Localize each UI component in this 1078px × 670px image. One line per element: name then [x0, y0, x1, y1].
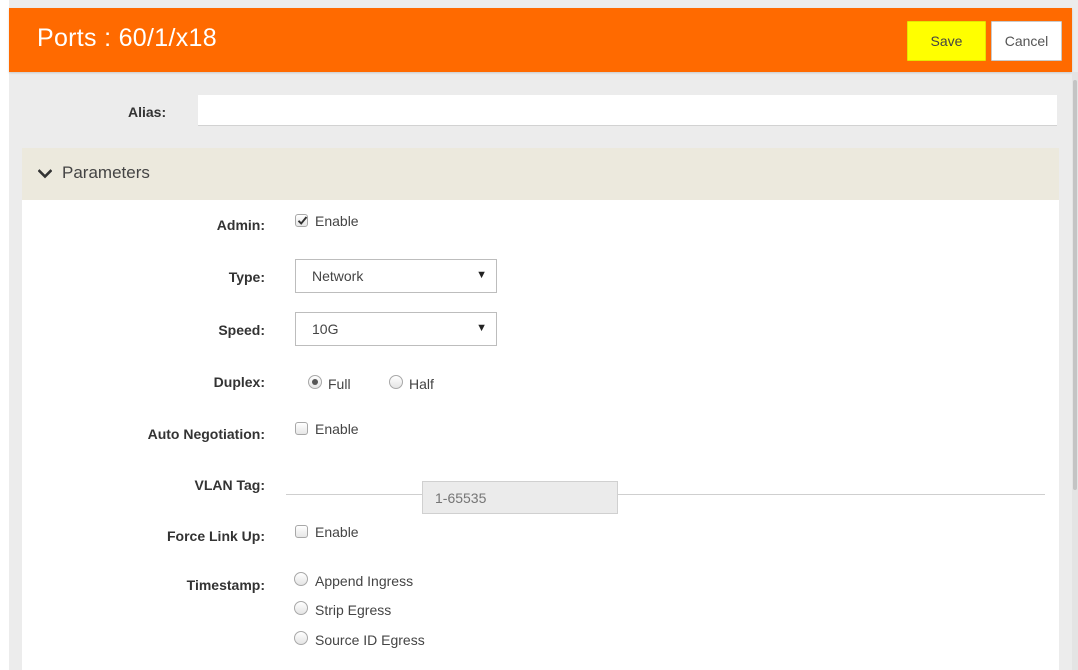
chevron-down-icon — [38, 169, 52, 179]
timestamp-source-id-egress-radio[interactable] — [294, 631, 308, 645]
parameters-header[interactable]: Parameters — [22, 148, 1059, 200]
alias-input[interactable] — [198, 95, 1057, 126]
force-link-up-enable-label: Enable — [315, 524, 359, 540]
duplex-half-radio[interactable] — [389, 375, 403, 389]
admin-enable-checkbox[interactable] — [295, 214, 308, 227]
parameters-panel: Parameters Admin: Enable Type: Network ▼… — [22, 148, 1059, 670]
parameters-title: Parameters — [62, 163, 150, 182]
speed-label: Speed: — [218, 322, 265, 338]
timestamp-strip-egress-label: Strip Egress — [315, 602, 392, 618]
speed-select[interactable]: 10G ▼ — [295, 312, 497, 346]
auto-negotiation-enable-checkbox[interactable] — [295, 422, 308, 435]
alias-label: Alias: — [128, 104, 167, 120]
timestamp-append-ingress-label: Append Ingress — [315, 573, 414, 589]
vlan-tag-label: VLAN Tag: — [194, 477, 265, 493]
speed-select-value: 10G — [312, 321, 339, 337]
page-header: Ports : 60/1/x18 Save Cancel — [9, 8, 1072, 72]
type-select-value: Network — [312, 268, 364, 284]
source-id-input[interactable] — [422, 481, 618, 514]
save-button[interactable]: Save — [907, 21, 986, 61]
auto-negotiation-label: Auto Negotiation: — [147, 426, 265, 442]
auto-negotiation-enable-label: Enable — [315, 421, 359, 437]
duplex-label: Duplex: — [213, 374, 265, 390]
force-link-up-label: Force Link Up: — [166, 528, 265, 544]
force-link-up-enable-checkbox[interactable] — [295, 525, 308, 538]
checkmark-icon — [297, 216, 308, 225]
cancel-button[interactable]: Cancel — [991, 21, 1062, 61]
caret-down-icon: ▼ — [476, 322, 487, 334]
timestamp-label: Timestamp: — [186, 577, 265, 593]
type-label: Type: — [228, 269, 265, 285]
timestamp-source-id-egress-label: Source ID Egress — [315, 632, 425, 648]
admin-label: Admin: — [216, 217, 265, 233]
type-select[interactable]: Network ▼ — [295, 259, 497, 293]
duplex-full-label: Full — [328, 376, 351, 392]
admin-enable-label: Enable — [315, 213, 359, 229]
timestamp-append-ingress-radio[interactable] — [294, 572, 308, 586]
scrollbar-thumb[interactable] — [1073, 80, 1077, 490]
left-edge — [0, 0, 9, 670]
caret-down-icon: ▼ — [476, 269, 487, 281]
duplex-full-radio[interactable] — [308, 375, 322, 389]
radio-selected-dot — [312, 379, 318, 385]
vlan-tag-input[interactable] — [286, 494, 1045, 495]
timestamp-strip-egress-radio[interactable] — [294, 601, 308, 615]
page-title: Ports : 60/1/x18 — [37, 24, 217, 52]
duplex-half-label: Half — [409, 376, 434, 392]
